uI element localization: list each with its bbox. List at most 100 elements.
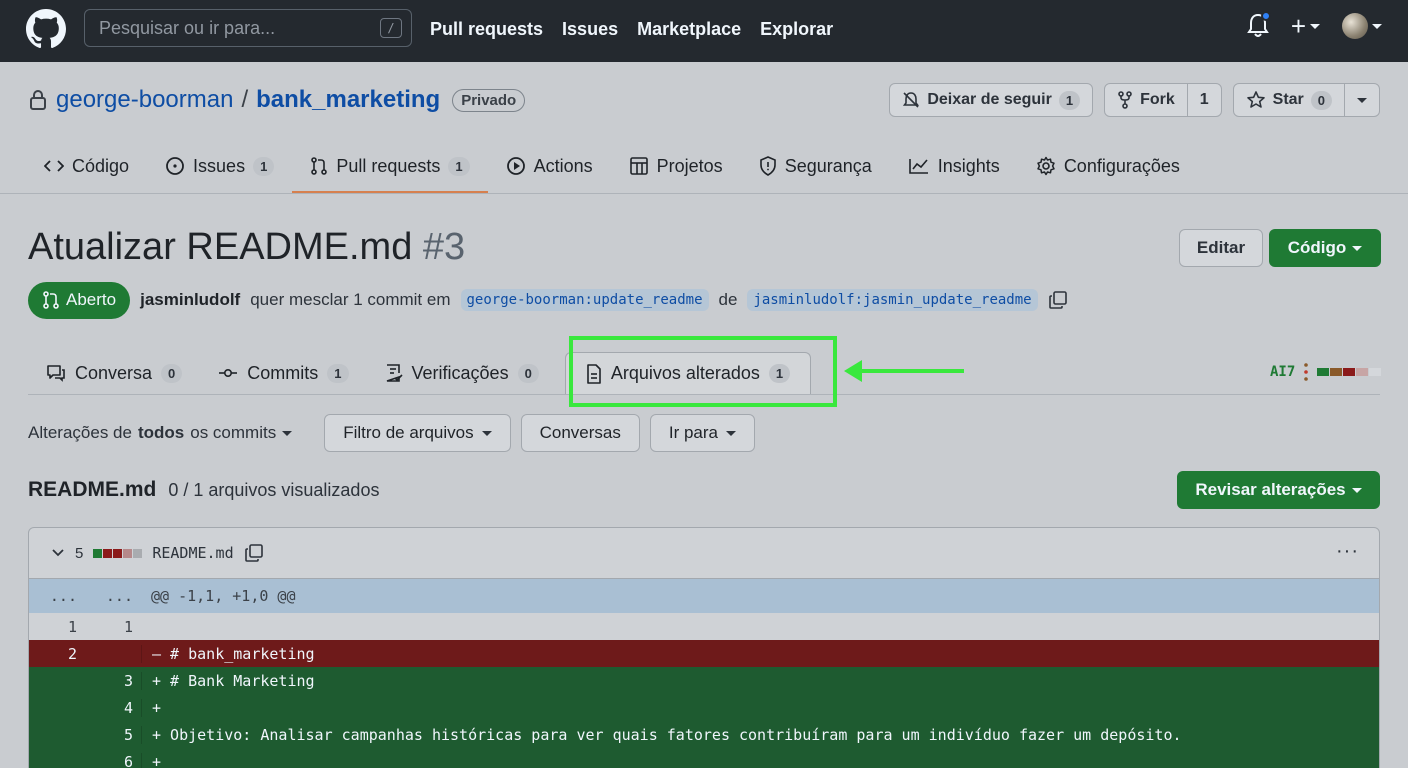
- table-icon: [629, 157, 648, 175]
- tab-commits[interactable]: Commits 1: [200, 352, 366, 394]
- star-dropdown[interactable]: [1344, 84, 1379, 116]
- tab-insights[interactable]: Insights: [890, 146, 1018, 186]
- jump-to-button[interactable]: Ir para: [649, 414, 755, 452]
- tab-security-label: Segurança: [784, 155, 872, 176]
- pr-meta: Aberto jasminludolf quer mesclar 1 commi…: [28, 281, 1068, 319]
- base-branch[interactable]: george-boorman:update_readme: [460, 289, 709, 311]
- diffstat-blocks: [1317, 368, 1382, 376]
- tab-projects-label: Projetos: [656, 155, 723, 176]
- more-options-icon[interactable]: ···: [1336, 540, 1359, 563]
- new-line-number: ...: [105, 587, 133, 605]
- repo-breadcrumb: george-boorman / bank_marketing Privado: [28, 84, 526, 116]
- review-changes-button[interactable]: Revisar alterações: [1177, 471, 1380, 509]
- code-icon: [44, 160, 64, 172]
- new-line-number[interactable]: 1: [85, 618, 141, 636]
- from-text: de: [718, 290, 738, 309]
- nav-issues[interactable]: Issues: [562, 19, 618, 40]
- status-badge: Aberto: [28, 281, 131, 319]
- new-line-number[interactable]: 3: [85, 671, 141, 690]
- code-button-label: Código: [1287, 238, 1347, 257]
- new-line-number[interactable]: 5: [85, 725, 141, 744]
- tab-projects[interactable]: Projetos: [611, 146, 741, 186]
- unwatch-button[interactable]: Deixar de seguir 1: [889, 83, 1094, 117]
- chevron-down-icon[interactable]: [51, 548, 65, 558]
- fork-button[interactable]: Fork 1: [1104, 83, 1222, 117]
- tab-code[interactable]: Código: [28, 146, 147, 186]
- old-line-number[interactable]: 2: [29, 644, 85, 663]
- new-line-number[interactable]: 6: [85, 752, 141, 768]
- diff-hunk-row[interactable]: ... ... @@ -1,1, +1,0 @@: [29, 579, 1379, 613]
- highlight-box: [569, 336, 837, 407]
- diff-deleted-row: 2 – # bank_marketing: [29, 640, 1379, 667]
- changes-prefix: Alterações de: [28, 423, 132, 442]
- repo-tabs: Código Issues 1 Pull requests 1 Actions …: [28, 146, 1198, 194]
- changes-count: 5: [75, 544, 84, 562]
- tab-pull-requests[interactable]: Pull requests 1: [292, 146, 488, 194]
- code-dropdown-button[interactable]: Código: [1269, 229, 1381, 267]
- merge-text: quer mesclar 1 commit em: [250, 290, 451, 309]
- create-new-menu[interactable]: +: [1291, 13, 1320, 39]
- notifications-bell-icon[interactable]: [1246, 11, 1271, 39]
- commit-range-selector[interactable]: Alterações de todos os commits: [28, 423, 293, 443]
- diff-hunk-header: @@ -1,1, +1,0 @@: [151, 587, 296, 605]
- diff-filename[interactable]: README.md: [152, 544, 233, 562]
- bell-slash-icon: [903, 92, 920, 108]
- user-menu[interactable]: [1342, 13, 1382, 39]
- play-icon: [506, 157, 525, 175]
- lock-icon: [30, 90, 46, 110]
- edit-button[interactable]: Editar: [1179, 229, 1263, 267]
- diff-context-row: 1 1: [29, 613, 1379, 640]
- head-branch[interactable]: jasminludolf:jasmin_update_readme: [747, 289, 1038, 311]
- tab-security[interactable]: Segurança: [741, 146, 890, 186]
- visibility-badge: Privado: [452, 88, 526, 112]
- pr-number: #3: [422, 226, 466, 268]
- checklist-icon: [386, 364, 403, 382]
- copy-icon[interactable]: [1048, 290, 1068, 310]
- file-diff: 5 README.md ··· ... ... @@ -1,1, +1,0 @@…: [28, 527, 1380, 768]
- tab-issues[interactable]: Issues 1: [147, 146, 292, 186]
- old-line-number: ...: [49, 587, 77, 605]
- tab-conversation-count: 0: [161, 363, 183, 383]
- file-diff-header: 5 README.md ···: [29, 528, 1379, 579]
- github-logo-icon[interactable]: [26, 9, 66, 49]
- conversations-button[interactable]: Conversas: [520, 414, 640, 452]
- copy-icon[interactable]: [244, 543, 264, 563]
- top-header: Pesquisar ou ir para... / Pull requests …: [0, 0, 1408, 62]
- tab-checks[interactable]: Verificações 0: [367, 352, 557, 394]
- avatar: [1342, 13, 1368, 39]
- star-count: 0: [1310, 90, 1332, 110]
- fork-icon: [1118, 91, 1132, 109]
- file-filter-button[interactable]: Filtro de arquivos: [324, 414, 511, 452]
- repo-owner-link[interactable]: george-boorman: [56, 86, 233, 114]
- new-line-number[interactable]: 4: [85, 698, 141, 717]
- diff-line-code: – # bank_marketing: [141, 644, 315, 663]
- tab-settings[interactable]: Configurações: [1018, 146, 1198, 186]
- chevron-down-icon: [726, 430, 736, 436]
- file-filters: Alterações de todos os commits Filtro de…: [28, 414, 755, 452]
- old-line-number[interactable]: 1: [29, 618, 85, 636]
- tab-actions-label: Actions: [533, 155, 593, 176]
- tab-conversation[interactable]: Conversa 0: [28, 352, 200, 394]
- fork-count[interactable]: 1: [1186, 84, 1221, 116]
- file-filter-label: Filtro de arquivos: [343, 423, 474, 442]
- tab-insights-label: Insights: [937, 155, 1000, 176]
- search-input[interactable]: Pesquisar ou ir para... /: [84, 9, 412, 47]
- repo-name-link[interactable]: bank_marketing: [256, 86, 440, 114]
- nav-explore[interactable]: Explorar: [760, 19, 833, 40]
- pull-request-icon: [311, 157, 328, 175]
- chevron-down-icon: [1357, 97, 1367, 103]
- diff-added-row: 5 + Objetivo: Analisar campanhas históri…: [29, 721, 1379, 748]
- pr-author-link[interactable]: jasminludolf: [140, 290, 240, 310]
- nav-marketplace[interactable]: Marketplace: [637, 19, 741, 40]
- star-button[interactable]: Star 0: [1232, 83, 1380, 117]
- tab-actions[interactable]: Actions: [488, 146, 611, 186]
- chevron-down-icon: [282, 430, 293, 436]
- tab-settings-label: Configurações: [1063, 155, 1180, 176]
- breadcrumb-separator: /: [241, 86, 249, 113]
- tab-conversation-label: Conversa: [75, 362, 153, 383]
- comment-icon: [47, 365, 65, 382]
- unwatch-label: Deixar de seguir: [927, 91, 1052, 108]
- diffstat-text: AI7: [1270, 364, 1296, 380]
- nav-pull-requests[interactable]: Pull requests: [430, 19, 543, 40]
- tab-checks-count: 0: [517, 363, 539, 383]
